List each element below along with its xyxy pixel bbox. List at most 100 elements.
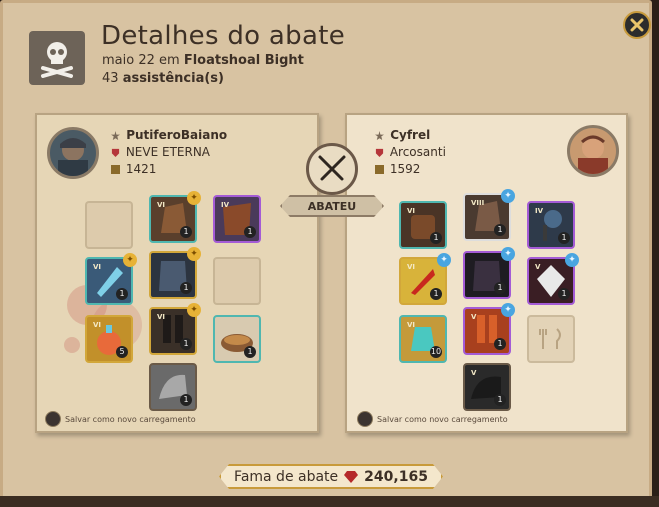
victim-mount-slot[interactable]: V 1 xyxy=(463,363,511,411)
victim-guild-text: Arcosanti xyxy=(389,145,446,159)
killer-mainhand-slot[interactable]: VI 1 ✦ xyxy=(85,253,137,305)
fame-value: 240,165 xyxy=(364,468,428,485)
save-icon xyxy=(45,411,61,427)
enchant-star-icon: ✦ xyxy=(187,247,201,261)
close-icon xyxy=(630,18,644,32)
enchant-star-icon: ✦ xyxy=(187,303,201,317)
fork-knife-icon xyxy=(539,328,561,349)
enchant-star-icon: ✦ xyxy=(501,189,515,203)
tier-label: V xyxy=(535,263,541,271)
tier-label: VI xyxy=(407,321,416,329)
victim-bag-slot[interactable]: VI 1 xyxy=(399,201,447,249)
kill-fame-banner: Fama de abate 240,165 xyxy=(219,464,443,489)
item-quantity: 1 xyxy=(558,288,570,300)
assist-number: 43 xyxy=(102,71,119,86)
victim-avatar[interactable] xyxy=(567,125,619,177)
killer-guild: NEVE ETERNA xyxy=(111,145,210,159)
crossed-swords-icon xyxy=(306,143,358,195)
item-quantity: 1 xyxy=(180,394,192,406)
save-label: Salvar como novo carregamento xyxy=(377,414,508,424)
item-quantity: 1 xyxy=(430,232,442,244)
killer-guild-text: NEVE ETERNA xyxy=(125,145,211,159)
victim-potion-slot[interactable]: VI 10 xyxy=(399,315,447,363)
item-quantity: 1 xyxy=(494,338,506,350)
killer-save-loadout-button[interactable]: Salvar como novo carregamento xyxy=(45,411,196,427)
killer-item-power: 1421 xyxy=(111,162,156,176)
tier-label: VI xyxy=(157,313,166,321)
fame-icon xyxy=(344,470,359,483)
killer-bag-slot[interactable] xyxy=(85,201,133,249)
item-quantity: 1 xyxy=(116,288,128,300)
killer-ip-text: 1421 xyxy=(125,162,157,176)
kill-marker: ABATEU xyxy=(280,143,384,221)
victim-ip-text: 1592 xyxy=(389,162,421,176)
background-strip xyxy=(0,496,659,507)
kill-label: ABATEU xyxy=(280,195,384,217)
tier-label: V xyxy=(471,313,477,321)
tier-label: IV xyxy=(221,201,230,209)
victim-armor-slot[interactable]: 1 ✦ xyxy=(463,247,515,299)
victim-guild: Arcosanti xyxy=(375,145,446,159)
victim-sheet: Cyfrel Arcosanti 1592 VI 1 VIII 1 ✦ IV 1 xyxy=(345,113,628,433)
close-button[interactable] xyxy=(623,11,651,39)
item-quantity: 1 xyxy=(180,338,192,350)
save-label: Salvar como novo carregamento xyxy=(65,414,196,424)
kill-details-panel: Detalhes do abate maio 22 em Floatshoal … xyxy=(0,0,652,500)
victim-shoes-slot[interactable]: V 1 ✦ xyxy=(463,303,515,355)
kill-date: maio 22 em xyxy=(102,53,180,68)
item-quantity: 1 xyxy=(494,394,506,406)
victim-offhand-slot[interactable]: V 1 ✦ xyxy=(527,253,579,305)
killer-mount-slot[interactable]: 1 xyxy=(149,363,197,411)
tier-label: VI xyxy=(157,201,166,209)
victim-head-slot[interactable]: VIII 1 ✦ xyxy=(463,189,515,241)
killer-shoes-slot[interactable]: VI 1 ✦ xyxy=(149,303,201,355)
tier-label: IV xyxy=(535,207,544,215)
item-quantity: 1 xyxy=(180,282,192,294)
tier-label: VI xyxy=(93,263,102,271)
tier-label: VI xyxy=(93,321,102,329)
item-quantity: 1 xyxy=(494,282,506,294)
killer-avatar[interactable] xyxy=(47,127,99,179)
item-quantity: 1 xyxy=(558,232,570,244)
item-quantity: 10 xyxy=(430,346,442,358)
enchant-star-icon: ✦ xyxy=(437,253,451,267)
fame-label: Fama de abate xyxy=(234,468,339,485)
killer-name-text: PutiferoBaiano xyxy=(126,128,228,142)
enchant-star-icon: ✦ xyxy=(565,253,579,267)
victim-food-slot[interactable] xyxy=(527,315,575,363)
victim-save-loadout-button[interactable]: Salvar como novo carregamento xyxy=(357,411,508,427)
victim-mainhand-slot[interactable]: VI 1 ✦ xyxy=(399,253,451,305)
killer-potion-slot[interactable]: VI 5 xyxy=(85,315,133,363)
killer-food-slot[interactable]: 1 xyxy=(213,315,261,363)
item-quantity: 1 xyxy=(180,226,192,238)
killer-sheet: PutiferoBaiano NEVE ETERNA 1421 VI 1 ✦ I… xyxy=(35,113,319,433)
killer-armor-slot[interactable]: 1 ✦ xyxy=(149,247,201,299)
page-title: Detalhes do abate xyxy=(101,21,345,51)
assist-label: assistência(s) xyxy=(122,71,224,86)
victim-name: Cyfrel xyxy=(375,128,430,142)
killer-head-slot[interactable]: VI 1 ✦ xyxy=(149,191,201,243)
killer-offhand-slot[interactable] xyxy=(213,257,261,305)
kill-date-location: maio 22 em Floatshoal Bight xyxy=(102,53,304,68)
victim-cape-slot[interactable]: IV 1 xyxy=(527,201,575,249)
enchant-star-icon: ✦ xyxy=(501,303,515,317)
item-quantity: 1 xyxy=(244,226,256,238)
assist-count: 43 assistência(s) xyxy=(102,71,224,86)
kill-location: Floatshoal Bight xyxy=(183,53,304,68)
victim-name-text: Cyfrel xyxy=(390,128,431,142)
item-quantity: 5 xyxy=(116,346,128,358)
item-quantity: 1 xyxy=(244,346,256,358)
tier-label: VIII xyxy=(471,199,485,207)
tier-label: V xyxy=(471,369,477,377)
tier-label: VI xyxy=(407,263,416,271)
enchant-star-icon: ✦ xyxy=(501,247,515,261)
killer-name: PutiferoBaiano xyxy=(111,128,227,142)
save-icon xyxy=(357,411,373,427)
killer-cape-slot[interactable]: IV 1 xyxy=(213,195,261,243)
tier-label: VI xyxy=(407,207,416,215)
item-quantity: 1 xyxy=(494,224,506,236)
enchant-star-icon: ✦ xyxy=(187,191,201,205)
skull-crossbones-icon xyxy=(29,31,85,85)
item-quantity: 1 xyxy=(430,288,442,300)
enchant-star-icon: ✦ xyxy=(123,253,137,267)
